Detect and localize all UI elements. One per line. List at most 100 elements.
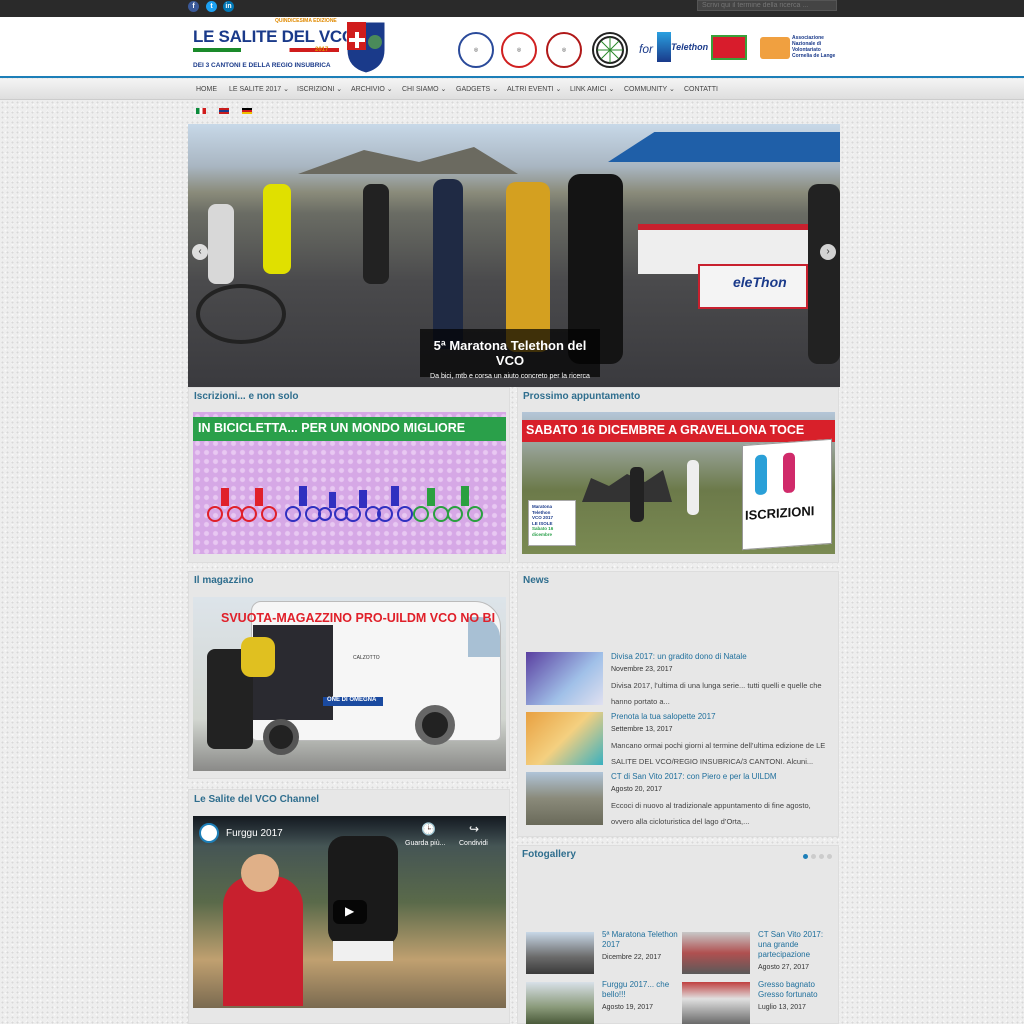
top-bar: f t in — [0, 0, 1024, 17]
cyclists-icon — [207, 486, 483, 522]
facebook-icon[interactable]: f — [188, 1, 199, 12]
nav-le-salite-2017[interactable]: LE SALITE 2017 ⌄ — [229, 79, 289, 100]
nav-link-amici[interactable]: LINK AMICI ⌄ — [570, 79, 614, 100]
nav-label: ARCHIVIO — [351, 86, 385, 93]
partner-logo-1[interactable]: ◎ — [458, 32, 494, 68]
news-excerpt: Divisa 2017, l’ultima di una lunga serie… — [611, 681, 822, 706]
pager-dot[interactable] — [819, 854, 824, 859]
share-icon[interactable]: ↪ — [469, 822, 479, 836]
play-button[interactable]: ▶ — [333, 900, 367, 924]
logo-subtitle: DEI 3 CANTONI E DELLA REGIO INSUBRICA — [193, 62, 331, 69]
chevron-down-icon: ⌄ — [283, 86, 289, 93]
prossimo-banner[interactable]: SABATO 16 DICEMBRE A GRAVELLONA TOCE Mar… — [522, 412, 835, 554]
video-title[interactable]: Furggu 2017 — [226, 828, 283, 839]
flag-italian-icon[interactable] — [196, 108, 206, 114]
nav-community[interactable]: COMMUNITY ⌄ — [624, 79, 675, 100]
flag-english-icon[interactable] — [219, 108, 229, 114]
telethon-logo[interactable]: Telethon — [657, 32, 709, 66]
gallery-thumb[interactable] — [526, 982, 594, 1024]
panel-magazzino-title: Il magazzino — [194, 575, 254, 586]
nav-gadgets[interactable]: GADGETS ⌄ — [456, 79, 498, 100]
news-date: Settembre 13, 2017 — [611, 726, 673, 733]
news-item[interactable]: Divisa 2017: un gradito dono di Natale N… — [517, 652, 839, 708]
watch-later-label: Guarda più... — [405, 840, 446, 847]
gallery-thumb[interactable] — [682, 932, 750, 974]
news-item[interactable]: CT di San Vito 2017: con Piero e per la … — [517, 772, 839, 828]
news-thumb[interactable] — [526, 772, 603, 825]
magazzino-banner[interactable]: CALZOTTO ONE DI OMEGNA SVUOTA-MAGAZZINO … — [193, 597, 506, 771]
partner-logo-2[interactable]: ◎ — [501, 32, 537, 68]
pager-dot-active[interactable] — [803, 854, 808, 859]
gallery-thumb[interactable] — [682, 982, 750, 1024]
pager-dot[interactable] — [811, 854, 816, 859]
nav-iscrizioni[interactable]: ISCRIZIONI ⌄ — [297, 79, 342, 100]
gallery-title-link[interactable]: CT San Vito 2017: una grande partecipazi… — [758, 930, 838, 960]
slider-prev-icon[interactable]: ‹ — [192, 244, 208, 260]
van-brand: CALZOTTO — [353, 655, 380, 661]
logo-year: 2017 — [315, 47, 329, 53]
news-date: Agosto 20, 2017 — [611, 786, 662, 793]
nav-label: LE SALITE 2017 — [229, 86, 282, 93]
chevron-down-icon: ⌄ — [608, 86, 615, 93]
iscrizioni-banner-text: IN BICICLETTA... PER UN MONDO MIGLIORE — [198, 421, 466, 435]
gallery-thumb[interactable] — [526, 932, 594, 974]
news-item[interactable]: Prenota la tua salopette 2017 Settembre … — [517, 712, 839, 768]
panel-prossimo-title: Prossimo appuntamento — [523, 391, 641, 402]
news-thumb[interactable] — [526, 652, 603, 705]
partner-logo-red-icon[interactable] — [711, 35, 747, 60]
search-input[interactable] — [697, 0, 837, 11]
logo-title: LE SALITE DEL VCO — [193, 27, 355, 46]
chevron-down-icon: ⌄ — [492, 86, 499, 93]
partner-logo-4[interactable] — [592, 32, 628, 68]
panel-gallery-title: Fotogallery — [522, 849, 576, 860]
video-player[interactable]: Furggu 2017 🕒 Guarda più... ↪ Condividi … — [193, 816, 506, 1008]
news-title-link[interactable]: Prenota la tua salopette 2017 — [611, 712, 716, 721]
iscrizioni-banner[interactable]: IN BICICLETTA... PER UN MONDO MIGLIORE — [193, 412, 506, 554]
nav-label: ALTRI EVENTI — [507, 86, 554, 93]
pager-dot[interactable] — [827, 854, 832, 859]
linkedin-icon[interactable]: in — [223, 1, 234, 12]
site-logo[interactable]: QUINDICESIMA EDIZIONE LE SALITE DEL VCO … — [193, 18, 393, 76]
gallery-pager[interactable] — [803, 854, 833, 860]
gallery-date: Dicembre 22, 2017 — [602, 954, 662, 961]
flag-german-icon[interactable] — [242, 108, 252, 114]
news-excerpt: Mancano ormai pochi giorni al termine de… — [611, 741, 826, 766]
news-title-link[interactable]: CT di San Vito 2017: con Piero e per la … — [611, 772, 777, 781]
hero-slider[interactable]: eleThon ‹ › 5ª Maratona Telethon del VCO… — [188, 124, 840, 387]
nav-label: GADGETS — [456, 86, 491, 93]
news-date: Novembre 23, 2017 — [611, 666, 673, 673]
chevron-down-icon: ⌄ — [440, 86, 447, 93]
prossimo-banner-text: SABATO 16 DICEMBRE A GRAVELLONA TOCE — [526, 423, 805, 437]
news-excerpt: Eccoci di nuovo al tradizionale appuntam… — [611, 801, 811, 826]
slider-next-icon[interactable]: › — [820, 244, 836, 260]
news-thumb[interactable] — [526, 712, 603, 765]
watch-later-icon[interactable]: 🕒 — [421, 822, 436, 836]
nav-chi-siamo[interactable]: CHI SIAMO ⌄ — [402, 79, 446, 100]
nav-home[interactable]: HOME — [196, 79, 217, 100]
nav-archivio[interactable]: ARCHIVIO ⌄ — [351, 79, 393, 100]
telethon-label: Telethon — [671, 42, 709, 52]
hero-banner-text: eleThon — [733, 274, 787, 290]
main-nav: HOME LE SALITE 2017 ⌄ ISCRIZIONI ⌄ ARCHI… — [0, 79, 1024, 100]
chevron-down-icon: ⌄ — [336, 86, 343, 93]
gallery-date: Agosto 27, 2017 — [758, 964, 809, 971]
gallery-title-link[interactable]: Gresso bagnato Gresso fortunato — [758, 980, 838, 1000]
prossimo-poster: Maratona Telethon VCO 2017 LE ISOLE Saba… — [528, 500, 576, 546]
cornelia-logo[interactable]: Associazione Nazionale di Volontariato C… — [760, 35, 836, 65]
chevron-down-icon: ⌄ — [555, 86, 562, 93]
handshake-icon — [760, 37, 790, 59]
logo-edition: QUINDICESIMA EDIZIONE — [275, 18, 337, 24]
nav-contatti[interactable]: CONTATTI — [684, 79, 718, 100]
logo-shield-icon — [345, 20, 387, 74]
gallery-date: Luglio 13, 2017 — [758, 1004, 806, 1011]
play-icon: ▶ — [345, 904, 355, 918]
for-label: for — [639, 42, 654, 56]
gallery-title-link[interactable]: Furggu 2017... che bello!!! — [602, 980, 682, 1000]
twitter-icon[interactable]: t — [206, 1, 217, 12]
nav-altri-eventi[interactable]: ALTRI EVENTI ⌄ — [507, 79, 561, 100]
gallery-title-link[interactable]: 5ª Maratona Telethon 2017 — [602, 930, 682, 950]
panel-iscrizioni-title: Iscrizioni... e non solo — [194, 391, 299, 402]
partner-logo-3[interactable]: ◎ — [546, 32, 582, 68]
news-title-link[interactable]: Divisa 2017: un gradito dono di Natale — [611, 652, 747, 661]
nav-label: COMMUNITY — [624, 86, 668, 93]
